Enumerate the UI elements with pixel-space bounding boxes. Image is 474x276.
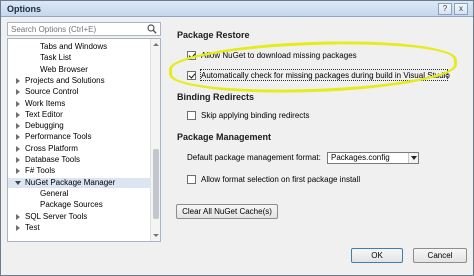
tree-item[interactable]: SQL Server Tools <box>8 212 150 222</box>
allow-format-option[interactable]: Allow format selection on first package … <box>187 174 407 185</box>
cancel-button[interactable]: Cancel <box>413 248 467 263</box>
search-icon[interactable] <box>147 24 157 34</box>
chevron-down-icon[interactable] <box>408 153 418 163</box>
tree-item[interactable]: Performance Tools <box>8 132 150 142</box>
allow-format-label: Allow format selection on first package … <box>201 175 361 184</box>
collapsed-arrow-icon[interactable] <box>16 157 20 163</box>
tree-item[interactable]: Task List <box>8 53 150 63</box>
tree-item-label: Source Control <box>25 87 79 97</box>
package-management-heading: Package Management <box>177 132 272 142</box>
allow-format-checkbox[interactable] <box>187 175 196 184</box>
clear-cache-button[interactable]: Clear All NuGet Cache(s) <box>176 204 278 219</box>
highlight-annotation <box>168 36 458 98</box>
tree-item-label: Debugging <box>25 121 64 131</box>
tree-item[interactable]: NuGet Package Manager <box>8 177 150 188</box>
tree-item[interactable]: Work Items <box>8 99 150 109</box>
tree-item-label: NuGet Package Manager <box>25 177 116 187</box>
package-restore-heading: Package Restore <box>177 30 250 40</box>
expanded-arrow-icon[interactable] <box>15 180 21 185</box>
tree-item-label: Web Browser <box>40 64 88 74</box>
format-select[interactable]: Packages.config <box>327 152 419 164</box>
collapsed-arrow-icon[interactable] <box>16 111 20 118</box>
tree-item-label: Package Sources <box>40 200 103 210</box>
tree-item[interactable]: Database Tools <box>8 155 150 165</box>
tree-item[interactable]: Debugging <box>8 121 150 131</box>
tree-item-label: Task List <box>40 53 72 63</box>
binding-redirects-heading: Binding Redirects <box>177 92 255 102</box>
tree-item[interactable]: F# Tools <box>8 166 150 176</box>
collapsed-arrow-icon[interactable] <box>16 100 20 107</box>
collapsed-arrow-icon[interactable] <box>16 224 20 231</box>
tree-item-label: Tabs and Windows <box>40 42 108 51</box>
options-dialog: Options ? x Tabs and Windows Task ListWeb… <box>0 0 474 276</box>
tree-item[interactable]: Projects and Solutions <box>8 76 150 86</box>
tree-item-label: Projects and Solutions <box>25 75 105 85</box>
close-button[interactable]: x <box>454 3 468 15</box>
tree-item-label: SQL Server Tools <box>25 211 88 221</box>
tree-item-label: General <box>40 188 69 198</box>
tree-item-label: Cross Platform <box>25 143 78 153</box>
format-label: Default package management format: <box>187 153 321 162</box>
scroll-up-icon[interactable] <box>153 43 159 46</box>
search-box <box>7 22 161 36</box>
collapsed-arrow-icon[interactable] <box>16 134 20 141</box>
tree-item[interactable]: General <box>8 189 150 199</box>
format-select-value: Packages.config <box>331 153 390 162</box>
help-button[interactable]: ? <box>438 3 452 15</box>
tree-scrollbar[interactable] <box>150 39 160 241</box>
tree-item-label: Text Editor <box>25 109 63 119</box>
tree-item[interactable]: Cross Platform <box>8 144 150 154</box>
ok-button[interactable]: OK <box>351 248 403 263</box>
tree-item[interactable]: Package Sources <box>8 200 150 210</box>
tree-item-label: Test <box>25 222 40 232</box>
scroll-thumb[interactable] <box>153 149 159 219</box>
tree-item[interactable]: Text Editor <box>8 110 150 120</box>
tree-item[interactable]: Source Control <box>8 87 150 97</box>
tree-item-label: Performance Tools <box>25 132 92 142</box>
collapsed-arrow-icon[interactable] <box>16 77 20 84</box>
scroll-down-icon[interactable] <box>153 234 159 237</box>
tree-item[interactable]: Web Browser <box>8 65 150 75</box>
title-bar[interactable]: Options ? x <box>1 1 473 17</box>
collapsed-arrow-icon[interactable] <box>16 145 20 152</box>
tree-item-label: F# Tools <box>25 166 56 176</box>
tree-item[interactable]: Test <box>8 223 150 233</box>
skip-redirects-option[interactable]: Skip applying binding redirects <box>187 110 387 121</box>
tree-item-label: Database Tools <box>25 155 80 164</box>
window-title: Options <box>7 4 41 14</box>
skip-redirects-label: Skip applying binding redirects <box>201 111 310 120</box>
collapsed-arrow-icon[interactable] <box>16 168 20 175</box>
skip-redirects-checkbox[interactable] <box>187 111 196 120</box>
search-input[interactable] <box>8 23 144 35</box>
collapsed-arrow-icon[interactable] <box>16 89 20 96</box>
collapsed-arrow-icon[interactable] <box>16 213 20 220</box>
collapsed-arrow-icon[interactable] <box>16 123 20 130</box>
tree-item[interactable]: Tabs and Windows <box>8 42 150 52</box>
options-tree: Tabs and Windows Task List Web Browser Proj… <box>7 38 161 242</box>
tree-item-label: Work Items <box>25 98 66 108</box>
